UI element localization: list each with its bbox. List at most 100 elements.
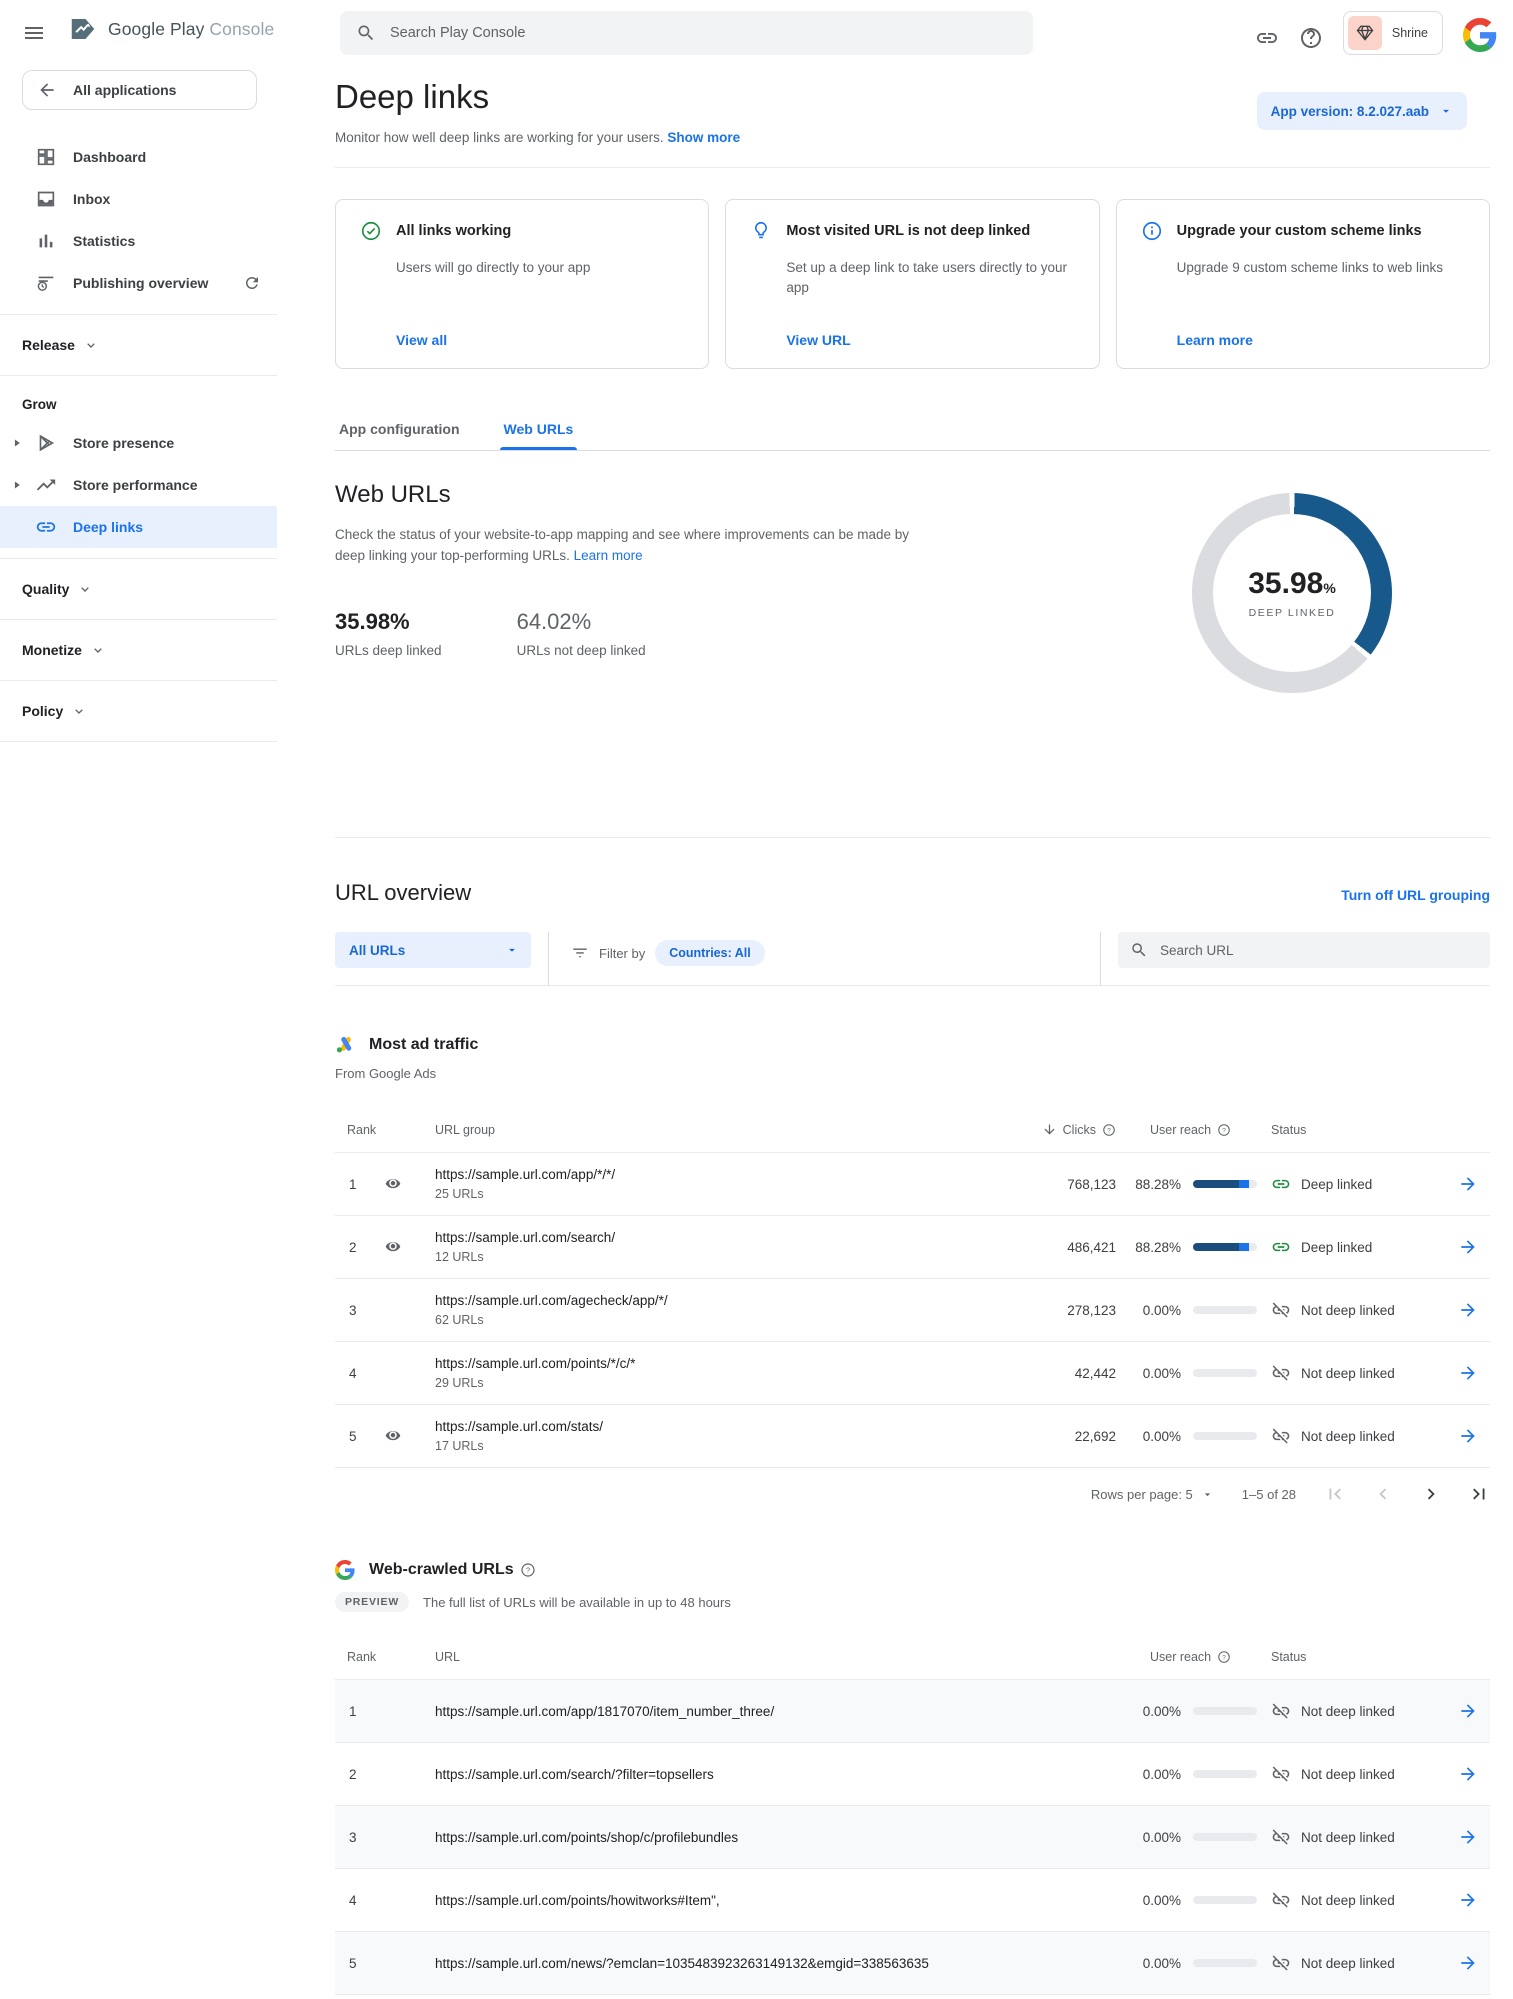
open-row-arrow-icon[interactable] [1458,1237,1478,1257]
help-icon[interactable] [1299,16,1323,50]
row-detail-arrow[interactable] [1446,1953,1490,1973]
sidebar-section-quality[interactable]: Quality [0,569,277,609]
eye-icon[interactable] [383,1426,403,1446]
show-more-link[interactable]: Show more [667,130,740,145]
open-row-arrow-icon[interactable] [1458,1363,1478,1383]
learn-more-link[interactable]: Learn more [1177,332,1253,348]
learn-more-link[interactable]: Learn more [574,548,643,563]
rows-per-page-selector[interactable]: Rows per page: 5 [1091,1487,1214,1502]
sidebar-item-deep-links[interactable]: Deep links [0,506,277,548]
rank-cell: 4 [335,1893,435,1908]
tab-web-urls[interactable]: Web URLs [500,415,578,450]
row-detail-arrow[interactable] [1446,1890,1490,1910]
sidebar-item-store-performance[interactable]: Store performance [0,464,277,506]
first-page-icon[interactable] [1324,1483,1346,1505]
refresh-icon[interactable] [243,274,261,292]
app-switcher[interactable]: Shrine [1343,11,1443,55]
row-detail-arrow[interactable] [1446,1237,1490,1257]
row-detail-arrow[interactable] [1446,1701,1490,1721]
sidebar-item-dashboard[interactable]: Dashboard [0,136,277,178]
row-detail-arrow[interactable] [1446,1300,1490,1320]
app-name: Shrine [1392,26,1428,40]
rank-cell: 1 [335,1704,435,1719]
user-reach-bar [1193,1432,1257,1440]
row-detail-arrow[interactable] [1446,1363,1490,1383]
tab-app-configuration[interactable]: App configuration [335,415,464,450]
inbox-icon [35,188,57,210]
menu-icon[interactable] [22,21,46,45]
previous-page-icon[interactable] [1372,1483,1394,1505]
all-urls-dropdown[interactable]: All URLs [335,932,531,968]
web-urls-description: Check the status of your website-to-app … [335,525,935,567]
reach-cell: 0.00% [1116,1767,1271,1782]
sidebar-item-inbox[interactable]: Inbox [0,178,277,220]
status-badge: Not deep linked [1271,1300,1446,1320]
search-url-input[interactable] [1160,943,1478,958]
url-group-text: https://sample.url.com/search/ [435,1230,996,1245]
caret-right-icon[interactable] [10,436,24,450]
app-version-selector[interactable]: App version: 8.2.027.aab [1257,92,1467,130]
global-search[interactable] [340,11,1033,55]
url-cell: https://sample.url.com/points/howitworks… [435,1893,1116,1908]
eye-cell[interactable] [383,1237,435,1257]
row-detail-arrow[interactable] [1446,1764,1490,1784]
url-cell: https://sample.url.com/search/?filter=to… [435,1767,1116,1782]
sidebar-item-statistics[interactable]: Statistics [0,220,277,262]
tab-bar: App configuration Web URLs [335,415,1490,451]
last-page-icon[interactable] [1468,1483,1490,1505]
user-reach-bar [1193,1833,1257,1841]
help-icon[interactable]: ? [520,1562,536,1578]
sidebar-item-publishing-overview[interactable]: Publishing overview [0,262,277,304]
rank-cell: 5 [335,1956,435,1971]
clicks-sort-header[interactable]: Clicks ? [996,1122,1116,1137]
turn-off-url-grouping-link[interactable]: Turn off URL grouping [1341,887,1490,903]
search-input[interactable] [390,25,1017,41]
sidebar-item-store-presence[interactable]: Store presence [0,422,277,464]
crawl-table-row: 4https://sample.url.com/points/howitwork… [335,1869,1490,1932]
dropdown-arrow-icon [1201,1488,1214,1501]
sidebar-section-release[interactable]: Release [0,325,277,365]
eye-icon[interactable] [383,1174,403,1194]
next-page-icon[interactable] [1420,1483,1442,1505]
eye-cell[interactable] [383,1426,435,1446]
open-row-arrow-icon[interactable] [1458,1764,1478,1784]
view-all-link[interactable]: View all [396,332,447,348]
clicks-cell: 486,421 [996,1240,1116,1255]
deep-links-icon [35,516,57,538]
filter-icon [571,944,589,962]
search-url-box[interactable] [1118,932,1490,968]
reach-cell: 0.00% [1116,1303,1271,1318]
sidebar-section-grow: Grow [0,386,277,422]
sidebar: All applications Dashboard Inbox Statist… [0,66,277,752]
link-icon[interactable] [1255,16,1279,50]
reach-cell: 0.00% [1116,1893,1271,1908]
sidebar-section-monetize[interactable]: Monetize [0,630,277,670]
play-console-logo[interactable]: Google Play Console [68,14,274,44]
open-row-arrow-icon[interactable] [1458,1953,1478,1973]
user-reach-bar [1193,1243,1257,1251]
countries-filter-chip[interactable]: Countries: All [655,940,764,966]
open-row-arrow-icon[interactable] [1458,1426,1478,1446]
help-icon: ? [1102,1123,1116,1137]
caret-right-icon[interactable] [10,478,24,492]
open-row-arrow-icon[interactable] [1458,1890,1478,1910]
open-row-arrow-icon[interactable] [1458,1701,1478,1721]
insight-cards: All links working Users will go directly… [335,199,1490,369]
card-most-visited-url: Most visited URL is not deep linked Set … [725,199,1099,369]
help-icon: ? [1217,1650,1231,1664]
row-detail-arrow[interactable] [1446,1426,1490,1446]
row-detail-arrow[interactable] [1446,1174,1490,1194]
all-applications-button[interactable]: All applications [22,70,257,110]
open-row-arrow-icon[interactable] [1458,1174,1478,1194]
not-deep-linked-icon [1271,1890,1291,1910]
row-detail-arrow[interactable] [1446,1827,1490,1847]
sidebar-section-policy[interactable]: Policy [0,691,277,731]
eye-icon[interactable] [383,1237,403,1257]
view-url-link[interactable]: View URL [786,332,850,348]
crawl-table-header: Rank URL User reach ? Status [335,1634,1490,1680]
open-row-arrow-icon[interactable] [1458,1827,1478,1847]
eye-cell[interactable] [383,1174,435,1194]
google-account-icon[interactable] [1463,14,1497,52]
most-ad-traffic-subtitle: From Google Ads [335,1066,1490,1081]
open-row-arrow-icon[interactable] [1458,1300,1478,1320]
